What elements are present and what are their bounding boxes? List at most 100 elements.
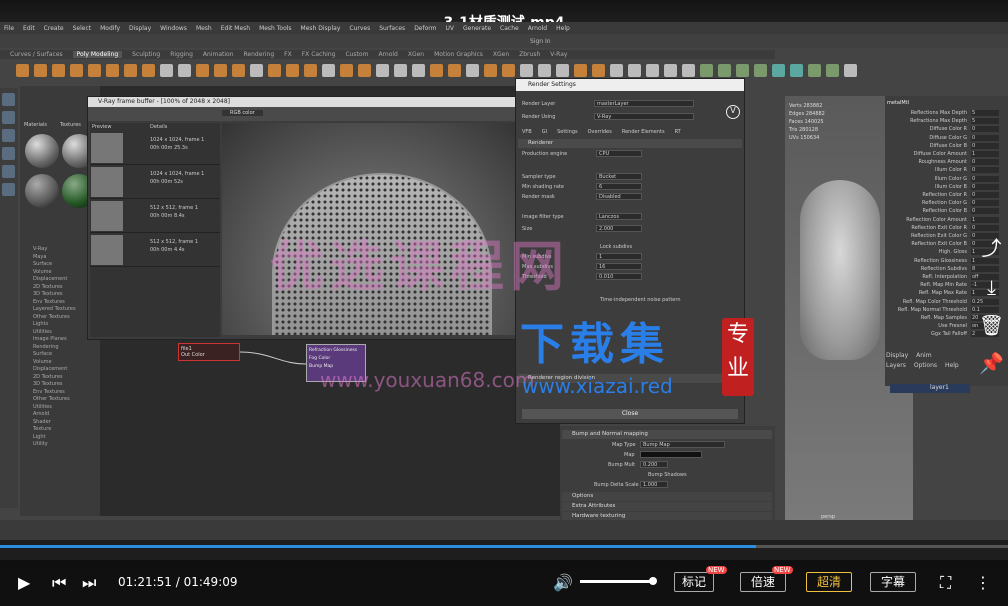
channel-value[interactable]: 0 bbox=[971, 208, 999, 215]
node-category-item[interactable]: Arnold bbox=[33, 411, 83, 419]
bump-mult-field[interactable]: 0.200 bbox=[640, 461, 668, 468]
channel-value[interactable]: 0 bbox=[971, 142, 999, 149]
snap-point-icon[interactable] bbox=[646, 63, 659, 77]
rotate-tool-icon[interactable] bbox=[2, 165, 15, 178]
channel-value[interactable]: 0 bbox=[971, 192, 999, 198]
render-settings-tab[interactable]: RT bbox=[675, 129, 681, 135]
setting-field[interactable]: 2.000 bbox=[596, 225, 642, 232]
bridge-icon[interactable] bbox=[286, 63, 299, 77]
material-swatch[interactable] bbox=[25, 134, 59, 168]
tab-materials[interactable]: Materials bbox=[24, 122, 47, 128]
mirror-icon[interactable] bbox=[250, 63, 263, 77]
video-progress-bar[interactable] bbox=[0, 545, 1008, 548]
menu-item[interactable]: Mesh bbox=[196, 25, 212, 32]
channel-label[interactable]: Refl. Map Max Rate bbox=[885, 290, 967, 296]
target-weld-icon[interactable] bbox=[394, 63, 407, 77]
shelf-tab[interactable]: Rendering bbox=[244, 51, 275, 58]
channel-label[interactable]: Reflection Exit Color R bbox=[885, 225, 967, 231]
render-settings-tab[interactable]: GI bbox=[542, 129, 547, 135]
booleans-icon[interactable] bbox=[232, 63, 245, 77]
bump-section[interactable]: Bump and Normal mapping bbox=[562, 430, 772, 439]
renderer-section[interactable]: Renderer bbox=[518, 139, 742, 148]
setting-field[interactable]: 0.010 bbox=[596, 273, 642, 280]
close-button[interactable]: Close bbox=[522, 409, 738, 419]
layer-row[interactable]: layer1 bbox=[890, 384, 970, 393]
merge-icon[interactable] bbox=[322, 63, 335, 77]
quality-button[interactable]: 超清 bbox=[806, 572, 852, 592]
shelf-tab[interactable]: Curves / Surfaces bbox=[10, 51, 63, 58]
vray-vfb-icon[interactable] bbox=[826, 63, 839, 77]
channel-label[interactable]: Illum Color B bbox=[885, 184, 967, 190]
combine-icon[interactable] bbox=[160, 63, 173, 77]
render-view-icon[interactable] bbox=[664, 63, 677, 77]
channel-label[interactable]: Illum Color R bbox=[885, 167, 967, 173]
channel-value[interactable]: 0 bbox=[971, 200, 999, 207]
extract-icon[interactable] bbox=[196, 63, 209, 77]
setting-field[interactable]: 1 bbox=[596, 253, 642, 260]
channel-label[interactable]: Reflection Color Amount bbox=[885, 217, 967, 223]
channel-value[interactable]: 0 bbox=[971, 167, 999, 174]
channel-label[interactable]: Roughness Amount bbox=[885, 159, 967, 165]
map-type-select[interactable]: Bump Map bbox=[640, 441, 725, 448]
node-category-item[interactable]: Other Textures bbox=[33, 396, 83, 404]
channel-value[interactable]: 1 bbox=[971, 216, 999, 223]
menu-item[interactable]: Modify bbox=[100, 25, 120, 32]
subtitle-button[interactable]: 字幕 bbox=[870, 572, 916, 592]
history-item[interactable]: 1024 x 1024, frame 1 00h 00m 25.3s bbox=[90, 131, 220, 165]
node-category-item[interactable]: Displacement bbox=[33, 366, 83, 374]
speed-button[interactable]: 倍速 bbox=[740, 572, 786, 592]
node-category-item[interactable]: Other Textures bbox=[33, 314, 83, 322]
menu-item[interactable]: File bbox=[4, 25, 14, 32]
vray-dome-icon[interactable] bbox=[754, 63, 767, 77]
node-category-item[interactable]: 2D Textures bbox=[33, 374, 83, 382]
tab-anim[interactable]: Anim bbox=[916, 352, 931, 362]
channel-value[interactable]: 5 bbox=[971, 110, 999, 116]
separate-icon[interactable] bbox=[178, 63, 191, 77]
vray-ipr-icon[interactable] bbox=[718, 63, 731, 77]
node-category-item[interactable]: Volume bbox=[33, 359, 83, 367]
panther-head-model[interactable] bbox=[800, 180, 880, 360]
channel-value[interactable]: 0 bbox=[971, 134, 999, 141]
lasso-tool-icon[interactable] bbox=[2, 111, 15, 124]
channel-label[interactable]: Refl. Map Normal Threshold bbox=[885, 307, 967, 313]
channel-label[interactable]: Refl. Map Min Rate bbox=[885, 282, 967, 288]
options-menu[interactable]: Options bbox=[914, 362, 937, 372]
polygon-platonic-icon[interactable] bbox=[142, 63, 155, 77]
channel-value[interactable]: 0 bbox=[971, 183, 999, 190]
layout-icon[interactable] bbox=[538, 63, 551, 77]
shelf-tab[interactable]: FX bbox=[284, 51, 292, 58]
menu-item[interactable]: Edit bbox=[23, 25, 35, 32]
node-category-item[interactable]: Light bbox=[33, 434, 83, 442]
shelf-tab[interactable]: FX Caching bbox=[302, 51, 336, 58]
options-section[interactable]: Options bbox=[562, 492, 772, 501]
bump-delta-field[interactable]: 1.000 bbox=[640, 481, 668, 488]
node-category-item[interactable]: Image Planes bbox=[33, 336, 83, 344]
annotate-button[interactable]: 标记 bbox=[674, 572, 714, 592]
menu-item[interactable]: Create bbox=[44, 25, 64, 32]
channel-label[interactable]: Reflection Color R bbox=[885, 192, 967, 198]
download-icon[interactable]: ⤓ bbox=[975, 275, 1008, 299]
render-settings-tab[interactable]: Render Elements bbox=[622, 129, 665, 135]
channel-label[interactable]: Diffuse Color G bbox=[885, 135, 967, 141]
time-slider[interactable] bbox=[0, 520, 1008, 540]
node-category-item[interactable]: V-Ray bbox=[33, 246, 83, 254]
menu-item[interactable]: Mesh Display bbox=[301, 25, 341, 32]
planar-map-icon[interactable] bbox=[484, 63, 497, 77]
shelf-tab[interactable]: Animation bbox=[203, 51, 234, 58]
channel-value[interactable]: 1 bbox=[971, 151, 999, 157]
menu-item[interactable]: Edit Mesh bbox=[221, 25, 250, 32]
bump-shadows-checkbox[interactable]: Bump Shadows bbox=[648, 472, 687, 478]
channel-label[interactable]: Reflection Color B bbox=[885, 208, 967, 214]
channel-value[interactable]: 0 bbox=[971, 159, 999, 166]
quad-draw-icon[interactable] bbox=[430, 63, 443, 77]
pin-icon[interactable]: 📌 bbox=[975, 351, 1008, 375]
shelf-tab[interactable]: XGen bbox=[408, 51, 424, 58]
menu-item[interactable]: Mesh Tools bbox=[259, 25, 291, 32]
channel-label[interactable]: Diffuse Color Amount bbox=[885, 151, 967, 157]
snap-grid-icon[interactable] bbox=[610, 63, 623, 77]
shelf-tab[interactable]: Rigging bbox=[170, 51, 193, 58]
play-icon[interactable]: ▶ bbox=[18, 573, 30, 592]
polygon-cube-icon[interactable] bbox=[16, 63, 29, 77]
setting-field[interactable]: 16 bbox=[596, 263, 642, 270]
fullscreen-icon[interactable]: ⛶ bbox=[940, 573, 951, 593]
